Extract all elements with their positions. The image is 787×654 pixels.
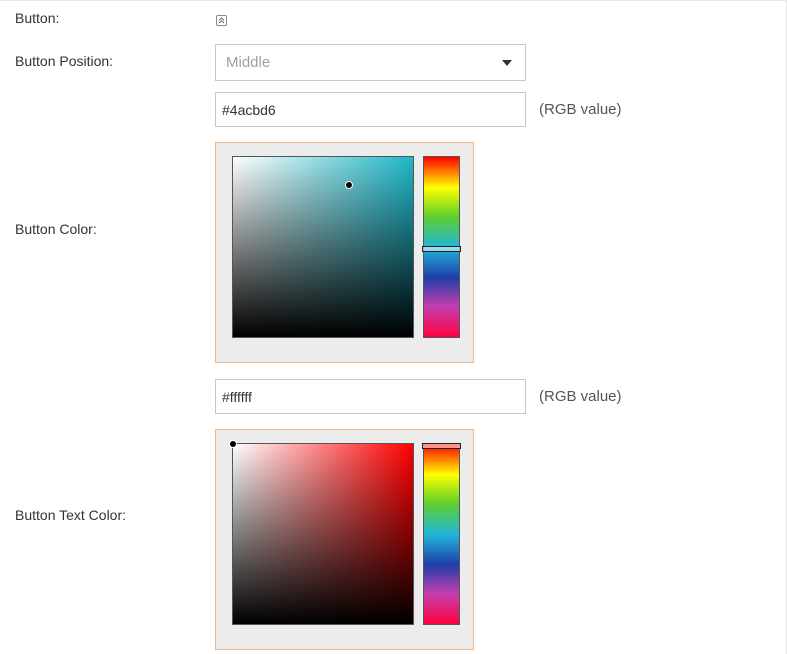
collapse-up-icon[interactable] xyxy=(216,15,227,26)
chevron-down-icon xyxy=(502,60,512,66)
button-position-label: Button Position: xyxy=(15,53,114,69)
button-position-select[interactable]: Middle xyxy=(215,44,526,81)
button-color-input[interactable] xyxy=(215,92,526,127)
button-text-color-label: Button Text Color: xyxy=(15,507,127,523)
button-color-hue-handle[interactable] xyxy=(422,246,461,252)
button-text-color-hue-handle[interactable] xyxy=(422,443,461,449)
button-color-hue-slider[interactable] xyxy=(422,156,461,338)
button-label: Button: xyxy=(15,10,60,26)
button-text-color-input[interactable] xyxy=(215,379,526,414)
button-color-picker xyxy=(215,142,474,363)
button-color-saturation-area[interactable] xyxy=(232,156,414,338)
button-color-picker-cursor[interactable] xyxy=(345,181,353,189)
button-text-color-hint: (RGB value) xyxy=(539,388,622,405)
button-text-color-hue-slider[interactable] xyxy=(422,443,461,625)
button-text-color-picker xyxy=(215,429,474,650)
button-color-hint: (RGB value) xyxy=(539,101,622,118)
button-text-color-saturation-area[interactable] xyxy=(229,440,414,625)
button-position-value: Middle xyxy=(226,54,271,71)
chevron-double-up-icon xyxy=(218,17,225,24)
button-color-label: Button Color: xyxy=(15,221,97,237)
button-text-color-picker-cursor[interactable] xyxy=(229,440,237,448)
